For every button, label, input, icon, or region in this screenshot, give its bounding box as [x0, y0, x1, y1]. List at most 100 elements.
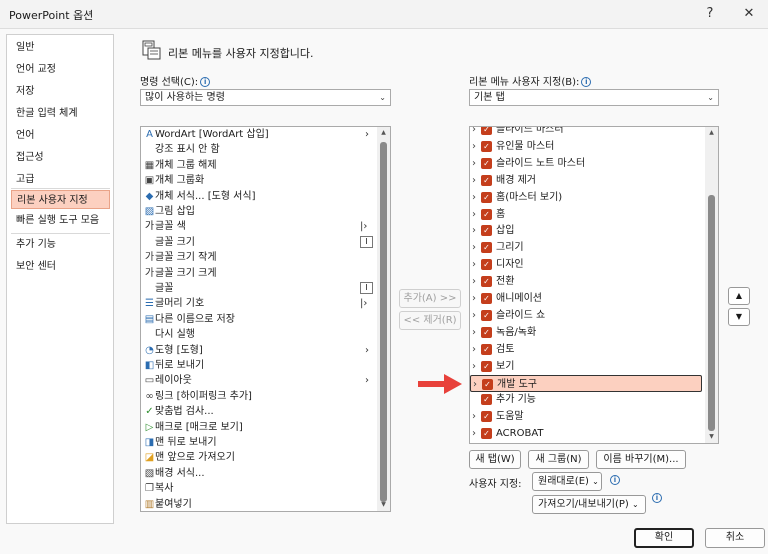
command-item[interactable]: 가 글꼴 색 |› [141, 219, 376, 234]
checkbox-checked-icon[interactable]: ✓ [481, 140, 492, 152]
checkbox-checked-icon[interactable]: ✓ [481, 411, 492, 423]
expand-chevron-icon[interactable]: › [472, 206, 476, 223]
close-button[interactable]: ✕ [736, 3, 762, 25]
expand-chevron-icon[interactable]: › [472, 324, 476, 341]
scroll-up-icon[interactable]: ▲ [705, 129, 718, 136]
import-export-dropdown[interactable]: 가져오기/내보내기(P) ⌄ [532, 495, 646, 514]
expand-chevron-icon[interactable]: › [472, 127, 476, 138]
expand-chevron-icon[interactable]: › [472, 189, 476, 206]
ribbon-tab-item[interactable]: › ✓ 슬라이드 노트 마스터 [470, 155, 702, 172]
move-down-button[interactable]: ▼ [728, 308, 750, 326]
nav-item[interactable]: 리본 사용자 지정 [11, 190, 110, 209]
command-item[interactable]: 글꼴 크기 I [141, 235, 376, 250]
commands-list[interactable]: ▲ ▼ A WordArt [WordArt 삽입] › 강조 표시 안 함 ▦ 개체 그… [140, 126, 391, 512]
command-item[interactable]: ▤ 다른 이름으로 저장 [141, 312, 376, 327]
reset-dropdown[interactable]: 원래대로(E) ⌄ [532, 472, 602, 491]
ribbon-tab-item[interactable]: › ✓ 애니메이션 [470, 290, 702, 307]
ribbon-scroll-thumb[interactable] [708, 195, 715, 431]
nav-item[interactable]: 보안 센터 [11, 257, 110, 276]
command-item[interactable]: ▣ 개체 그룹화 [141, 173, 376, 188]
nav-item[interactable]: 저장 [11, 82, 110, 101]
checkbox-checked-icon[interactable]: ✓ [481, 225, 492, 237]
nav-item[interactable]: 고급 [11, 170, 110, 189]
ribbon-tabs-tree[interactable]: ▲ ▼ › ✓ 슬라이드 마스터 › ✓ 유인물 마스터 › ✓ 슬라이드 노트 마스터 › ✓ 배경… [469, 126, 719, 444]
expand-chevron-icon[interactable]: › [472, 256, 476, 273]
expand-chevron-icon[interactable]: › [472, 341, 476, 358]
ribbon-tab-item[interactable]: › ✓ 배경 제거 [470, 172, 702, 189]
checkbox-checked-icon[interactable]: ✓ [481, 326, 492, 338]
ok-button[interactable]: 확인 [634, 528, 694, 548]
scroll-down-icon[interactable]: ▼ [377, 501, 390, 508]
command-item[interactable]: ◨ 맨 뒤로 보내기 [141, 435, 376, 450]
ribbon-tab-item[interactable]: › ✓ ACROBAT [470, 425, 702, 442]
command-item[interactable]: ▧ 배경 서식... [141, 466, 376, 481]
ribbon-scrollbar[interactable]: ▲ ▼ [705, 127, 718, 443]
new-group-button[interactable]: 새 그룹(N) [528, 450, 589, 469]
command-item[interactable]: ▦ 개체 그룹 해제 [141, 158, 376, 173]
checkbox-checked-icon[interactable]: ✓ [481, 276, 492, 288]
checkbox-checked-icon[interactable]: ✓ [481, 127, 492, 135]
nav-item[interactable]: 언어 교정 [11, 60, 110, 79]
ribbon-tab-item[interactable]: ✓ 추가 기능 [470, 391, 702, 408]
checkbox-checked-icon[interactable]: ✓ [481, 309, 492, 321]
nav-item[interactable]: 일반 [11, 38, 110, 57]
command-item[interactable]: ◔ 도형 [도형] › [141, 343, 376, 358]
command-item[interactable]: ◆ 개체 서식... [도형 서식] [141, 189, 376, 204]
nav-item[interactable]: 언어 [11, 126, 110, 145]
checkbox-checked-icon[interactable]: ✓ [481, 360, 492, 372]
checkbox-checked-icon[interactable]: ✓ [481, 157, 492, 169]
checkbox-checked-icon[interactable]: ✓ [482, 378, 493, 390]
ribbon-tab-item[interactable]: › ✓ 슬라이드 쇼 [470, 307, 702, 324]
checkbox-checked-icon[interactable]: ✓ [481, 174, 492, 186]
ribbon-tab-item[interactable]: › ✓ 그리기 [470, 239, 702, 256]
scroll-down-icon[interactable]: ▼ [705, 433, 718, 440]
rename-button[interactable]: 이름 바꾸기(M)... [596, 450, 686, 469]
nav-item[interactable]: 한글 입력 체계 [11, 104, 110, 123]
ribbon-tab-item[interactable]: › ✓ 홈 [470, 206, 702, 223]
command-item[interactable]: 글꼴 I [141, 281, 376, 296]
command-item[interactable]: ◧ 뒤로 보내기 [141, 358, 376, 373]
remove-button[interactable]: << 제거(R) [399, 311, 461, 330]
ribbon-tab-item[interactable]: › ✓ 홈(마스터 보기) [470, 189, 702, 206]
nav-item[interactable]: 추가 기능 [11, 235, 110, 254]
expand-chevron-icon[interactable]: › [473, 376, 477, 393]
ribbon-tab-item[interactable]: › ✓ 보기 [470, 358, 702, 375]
command-item[interactable]: ▷ 매크로 [매크로 보기] [141, 420, 376, 435]
commands-scrollbar[interactable]: ▲ ▼ [377, 127, 390, 511]
nav-item[interactable]: 빠른 실행 도구 모음 [11, 211, 110, 230]
expand-chevron-icon[interactable]: › [472, 290, 476, 307]
checkbox-checked-icon[interactable]: ✓ [481, 242, 492, 254]
command-item[interactable]: ◪ 맨 앞으로 가져오기 [141, 450, 376, 465]
commands-dropdown[interactable]: 많이 사용하는 명령 ⌄ [140, 89, 391, 106]
ribbon-tab-item[interactable]: › ✓ 슬라이드 마스터 [470, 127, 702, 138]
ribbon-dropdown[interactable]: 기본 탭 ⌄ [469, 89, 719, 106]
command-item[interactable]: ✓ 맞춤법 검사... [141, 404, 376, 419]
ribbon-tab-item[interactable]: › ✓ 전환 [470, 273, 702, 290]
expand-chevron-icon[interactable]: › [472, 222, 476, 239]
command-item[interactable]: 가 글꼴 크기 크게 [141, 266, 376, 281]
checkbox-checked-icon[interactable]: ✓ [481, 428, 492, 440]
ribbon-tab-item[interactable]: › ✓ 도움말 [470, 408, 702, 425]
command-item[interactable]: 강조 표시 안 함 [141, 142, 376, 157]
ribbon-tab-item[interactable]: › ✓ 개발 도구 [470, 374, 702, 393]
command-item[interactable]: 다시 실행 [141, 327, 376, 342]
checkbox-checked-icon[interactable]: ✓ [481, 191, 492, 203]
checkbox-checked-icon[interactable]: ✓ [481, 394, 492, 406]
expand-chevron-icon[interactable]: › [472, 408, 476, 425]
command-item[interactable]: 가 글꼴 크기 작게 [141, 250, 376, 265]
ribbon-tab-item[interactable]: › ✓ 삽입 [470, 222, 702, 239]
new-tab-button[interactable]: 새 탭(W) [469, 450, 521, 469]
command-item[interactable]: A WordArt [WordArt 삽입] › [141, 127, 376, 142]
cancel-button[interactable]: 취소 [705, 528, 765, 548]
expand-chevron-icon[interactable]: › [472, 425, 476, 442]
checkbox-checked-icon[interactable]: ✓ [481, 259, 492, 271]
help-button[interactable]: ? [697, 3, 723, 25]
nav-item[interactable]: 접근성 [11, 148, 110, 167]
command-item[interactable]: ☰ 글머리 기호 |› [141, 296, 376, 311]
expand-chevron-icon[interactable]: › [472, 138, 476, 155]
ribbon-tab-item[interactable]: › ✓ 녹음/녹화 [470, 324, 702, 341]
scroll-up-icon[interactable]: ▲ [377, 129, 390, 136]
expand-chevron-icon[interactable]: › [472, 155, 476, 172]
commands-scroll-thumb[interactable] [380, 142, 387, 502]
command-item[interactable]: ▨ 그림 삽입 [141, 204, 376, 219]
